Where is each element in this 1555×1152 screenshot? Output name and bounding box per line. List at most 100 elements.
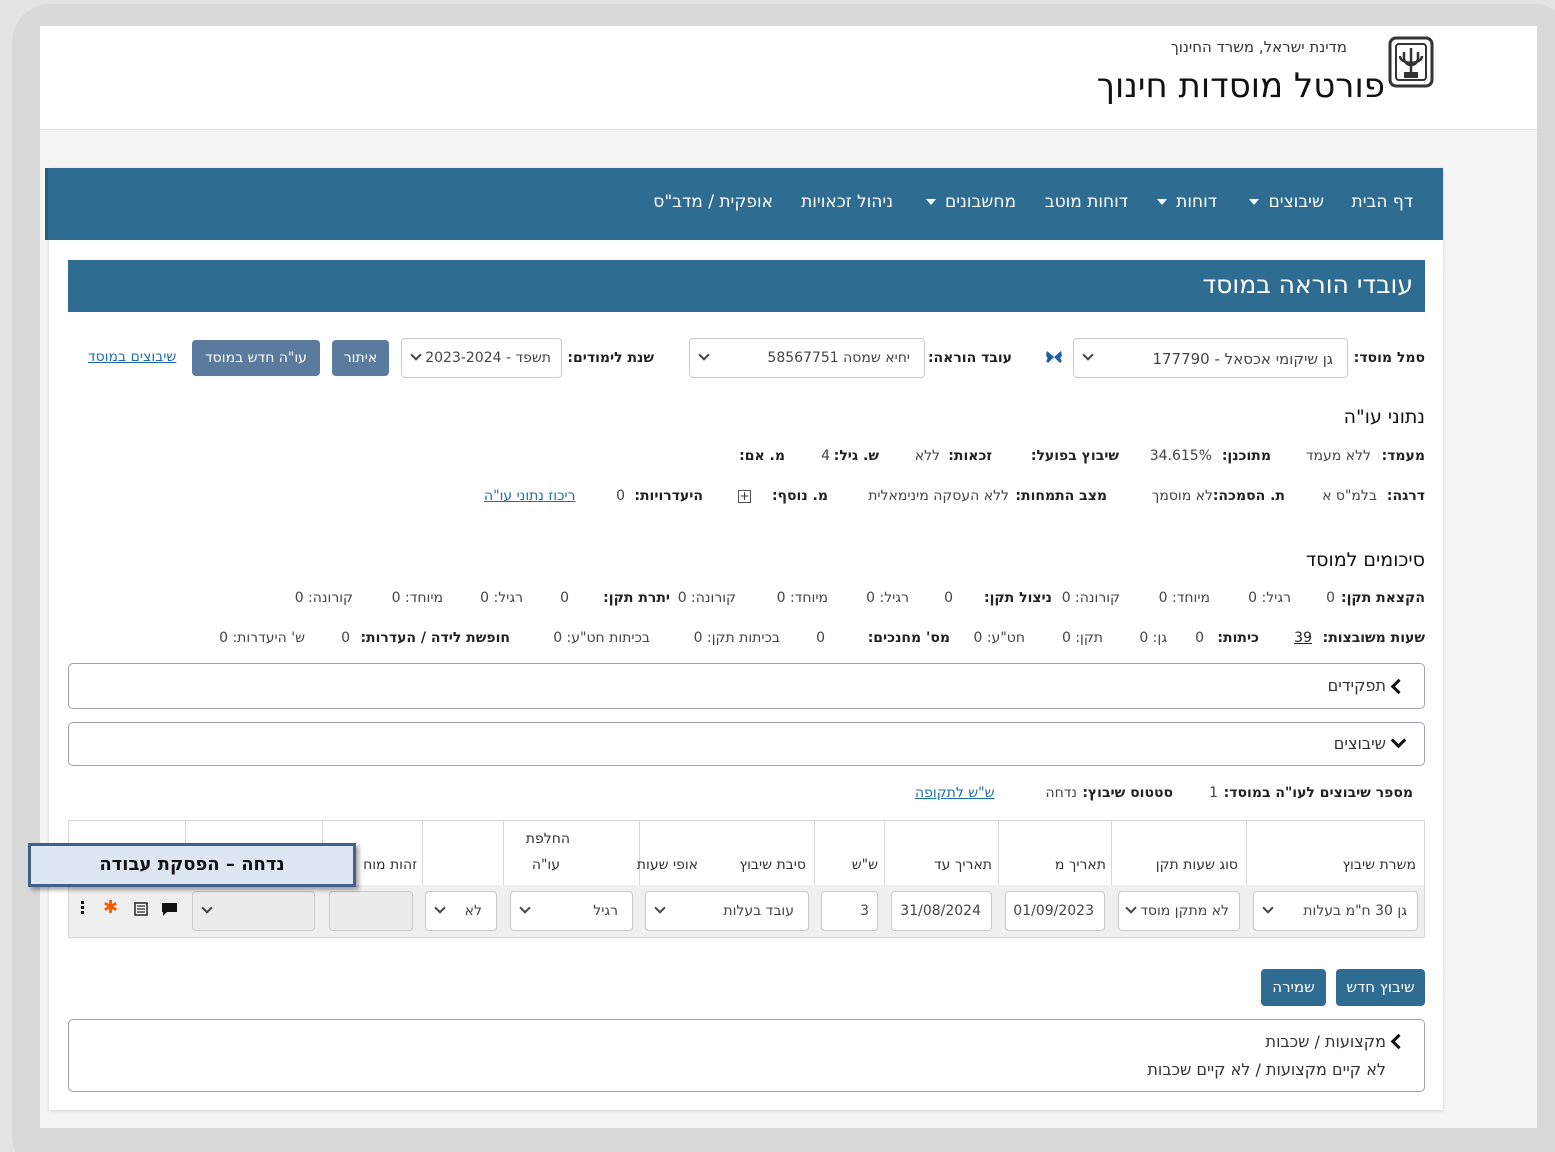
nav-home[interactable]: דף הבית <box>1352 192 1413 212</box>
grade-value: בלמ"ס א <box>1322 488 1377 504</box>
weekly-hours-input[interactable]: 3 <box>821 891 878 931</box>
year-select[interactable]: תשפד - 2023-2024 <box>401 338 562 378</box>
replace-value: לא <box>464 903 482 919</box>
hours-type-value: לא מתקן מוסד <box>1140 903 1229 919</box>
nav-reports-label: דוחות <box>1176 192 1217 212</box>
search-button[interactable]: איתור <box>332 340 389 376</box>
asterisk-icon[interactable]: ✱ <box>103 897 118 918</box>
year-value: תשפד - 2023-2024 <box>425 350 551 366</box>
chevron-down-icon <box>434 902 446 914</box>
th-weekly-hours: ש"ש <box>851 857 878 873</box>
extra-label: מ. נוסף: <box>771 488 828 504</box>
from-date-input[interactable]: 01/09/2023 <box>1005 891 1105 931</box>
weekly-hours-value: 3 <box>860 903 869 919</box>
butterfly-icon[interactable] <box>1045 349 1063 365</box>
nav-mutav-reports[interactable]: דוחות מוטב <box>1045 192 1128 212</box>
main-nav: דף הבית שיבוצים דוחות דוחות מוטב מחשבוני… <box>45 168 1443 240</box>
nav-ofek[interactable]: אופקית / מדב"ס <box>653 192 773 212</box>
hours-label: שעות משובצות: <box>1322 630 1425 646</box>
class-hatea: בכיתות חט"ע: 0 <box>553 630 650 646</box>
alloc-special: מיוחד: 0 <box>1158 590 1210 606</box>
institution-value: גן שיקומי אכסאל - 177790 <box>1152 350 1333 368</box>
teacher-summary-link[interactable]: ריכוז נתוני עו"ה <box>484 488 576 504</box>
th-from-date: תאריך מ <box>1054 857 1106 873</box>
plan-value: 34.615% <box>1149 448 1212 464</box>
expand-plus-icon[interactable]: + <box>738 490 751 503</box>
comment-icon[interactable] <box>161 902 178 917</box>
state-ministry-line: מדינת ישראל, משרד החינוך <box>1170 38 1347 56</box>
th-hours-type: סוג שעות תקן <box>1155 857 1238 873</box>
chevron-down-icon <box>410 349 422 361</box>
clusters-panel-title: מקצועות / שכבות <box>1265 1032 1386 1051</box>
assignments-panel[interactable]: שיבוצים <box>68 722 1425 766</box>
chevron-down-icon <box>519 902 531 914</box>
clusters-panel-body: לא קיים מקצועות / לא קיים שכבות <box>1147 1060 1386 1079</box>
th-replace-1: החלפת <box>525 831 570 847</box>
actual-label: שיבוץ בפועל: <box>1030 448 1119 464</box>
assign-count-value: 1 <box>1209 785 1218 801</box>
teacher-data-heading: נתוני עו"ה <box>1343 406 1425 428</box>
grade-label: דרגה: <box>1386 488 1425 504</box>
status-tooltip: נדחה – הפסקת עבודה <box>28 843 356 887</box>
from-date-value: 01/09/2023 <box>1013 903 1094 919</box>
replace-select[interactable]: לא <box>425 891 497 931</box>
list-doc-icon[interactable] <box>134 902 148 916</box>
status-label: מעמד: <box>1381 448 1425 464</box>
more-vertical-icon[interactable] <box>80 901 84 917</box>
roles-panel[interactable]: תפקידים <box>68 663 1425 709</box>
rights-value: ללא <box>914 448 940 464</box>
to-date-input[interactable]: 31/08/2024 <box>891 891 992 931</box>
th-reason: סיבת שיבוץ <box>739 857 806 873</box>
spec-label: מצב התמחות: <box>1015 488 1107 504</box>
period-hours-link[interactable]: ש"ש לתקופה <box>915 785 995 801</box>
new-teacher-button[interactable]: עו"ה חדש במוסד <box>192 340 320 376</box>
chevron-down-icon <box>1125 902 1137 914</box>
hours-mode-select[interactable]: רגיל <box>510 891 633 931</box>
age-label: ש. גיל: <box>833 448 879 464</box>
absence-hours: ש' היעדרות: 0 <box>219 630 305 646</box>
leave-label: חופשת לידה / העדרות: <box>360 630 510 646</box>
nav-reports[interactable]: דוחות <box>1156 192 1217 212</box>
plan-label: מתוכנן: <box>1221 448 1271 464</box>
nav-rights[interactable]: ניהול זכאויות <box>801 192 893 212</box>
summaries-heading: סיכומים למוסד <box>1305 549 1425 571</box>
nav-assignments[interactable]: שיבוצים <box>1249 192 1324 212</box>
hours-type-select[interactable]: לא מתקן מוסד <box>1118 891 1240 931</box>
balance-special: מיוחד: 0 <box>391 590 443 606</box>
leave-value: 0 <box>341 630 350 646</box>
year-label: שנת לימודים: <box>567 350 654 366</box>
site-header: מדינת ישראל, משרד החינוך פורטל מוסדות חי… <box>40 26 1537 130</box>
nav-calculators[interactable]: מחשבונים <box>925 192 1016 212</box>
clusters-panel[interactable]: מקצועות / שכבות לא קיים מקצועות / לא קיי… <box>68 1019 1425 1092</box>
chevron-down-icon <box>201 902 213 914</box>
save-button[interactable]: שמירה <box>1261 969 1326 1006</box>
institution-select[interactable]: גן שיקומי אכסאל - 177790 <box>1073 338 1348 378</box>
absence-value: 0 <box>616 488 625 504</box>
cert-value: לא מוסמך <box>1151 488 1213 504</box>
spec-value: ללא העסקה מינימאלית <box>868 488 1009 504</box>
reason-value: עובד בעלות <box>723 903 794 919</box>
chevron-down-icon <box>1082 349 1094 361</box>
age-value: 4 <box>821 448 830 464</box>
status-value: ללא מעמד <box>1305 448 1371 464</box>
extra-select-disabled <box>192 891 315 931</box>
chevron-down-icon <box>1262 902 1274 914</box>
th-hours-mode: אופי שעות <box>636 857 698 873</box>
class-standard: בכיתות תקן: 0 <box>693 630 780 646</box>
classes-hatea: חט"ע: 0 <box>973 630 1025 646</box>
usage-regular: רגיל: 0 <box>866 590 909 606</box>
assignments-in-institution-link[interactable]: שיבוצים במוסד <box>88 349 176 365</box>
teachers-label: מס' מחנכים: <box>867 630 950 646</box>
balance-regular: רגיל: 0 <box>480 590 523 606</box>
teacher-select[interactable]: יחיא שמסה 58567751 <box>689 338 925 378</box>
chevron-left-icon <box>1390 1033 1407 1050</box>
hours-value-link[interactable]: 39 <box>1294 630 1312 646</box>
chevron-down-icon <box>1390 732 1407 749</box>
usage-label: ניצול תקן: <box>983 590 1052 606</box>
portal-title: פורטל מוסדות חינוך <box>1096 66 1385 106</box>
position-select[interactable]: גן 30 ח"מ בעלות <box>1253 891 1418 931</box>
alloc-corona: קורונה: 0 <box>1061 590 1120 606</box>
caret-down-icon <box>1156 199 1167 205</box>
new-assignment-button[interactable]: שיבוץ חדש <box>1336 969 1425 1006</box>
reason-select[interactable]: עובד בעלות <box>645 891 809 931</box>
